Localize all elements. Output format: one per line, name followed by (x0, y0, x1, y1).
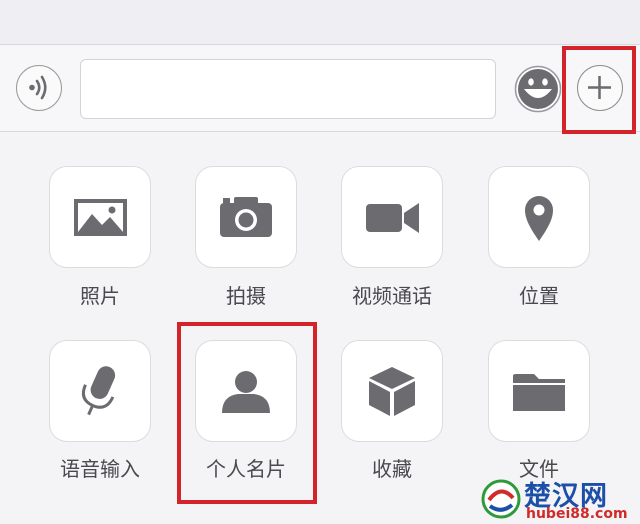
plus-circle-icon (588, 76, 611, 99)
cube-icon (369, 367, 415, 416)
camera-tile[interactable] (195, 166, 297, 268)
chat-input-bar (0, 44, 640, 132)
contact-card-label: 个人名片 (206, 457, 286, 481)
watermark-url: hubei88.com (526, 506, 628, 522)
favorites-label: 收藏 (372, 457, 412, 481)
voice-input-button[interactable] (16, 65, 62, 111)
site-watermark: 楚汉网 hubei88.com (480, 474, 640, 524)
voice-input-label: 语音输入 (60, 457, 140, 481)
emoji-button[interactable] (514, 65, 562, 113)
camera-icon (220, 197, 272, 237)
location-label: 位置 (519, 284, 559, 308)
contact-card-tile[interactable] (195, 340, 297, 442)
video-camera-icon (366, 203, 419, 233)
smiley-face-icon (514, 65, 562, 113)
photo-icon (74, 199, 127, 236)
top-strip (0, 0, 640, 44)
video-call-tile[interactable] (341, 166, 443, 268)
voice-input-tile[interactable] (49, 340, 151, 442)
video-call-label: 视频通话 (352, 284, 432, 308)
message-input[interactable] (80, 59, 496, 119)
folder-icon (513, 374, 565, 411)
more-options-button[interactable] (577, 65, 623, 111)
photo-label: 照片 (80, 284, 120, 308)
person-icon (222, 371, 270, 413)
watermark-logo-icon (481, 479, 521, 519)
location-tile[interactable] (488, 166, 590, 268)
photo-tile[interactable] (49, 166, 151, 268)
voice-wave-icon (29, 75, 47, 100)
file-tile[interactable] (488, 340, 590, 442)
microphone-icon (81, 366, 116, 416)
favorites-tile[interactable] (341, 340, 443, 442)
location-pin-icon (525, 196, 553, 241)
camera-label: 拍摄 (226, 284, 266, 308)
